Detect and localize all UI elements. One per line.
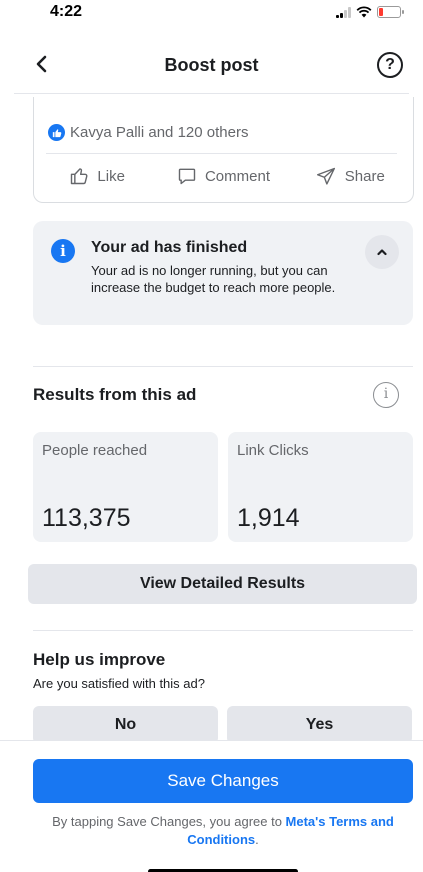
like-button[interactable]: Like (34, 161, 160, 191)
page-title: Boost post (164, 55, 259, 75)
info-icon: i (51, 239, 75, 263)
banner-text: Your ad is no longer running, but you ca… (91, 263, 336, 295)
feedback-no-button[interactable]: No (33, 706, 218, 744)
banner-title: Your ad has finished (91, 239, 248, 256)
share-button[interactable]: Share (287, 161, 413, 191)
chevron-up-icon (377, 249, 387, 256)
metric-card-people-reached: People reached 113,375 (33, 432, 218, 542)
results-info-icon[interactable]: i (373, 382, 399, 408)
like-label: Like (97, 167, 125, 185)
thumbs-up-icon (71, 168, 88, 185)
footer: Save Changes By tapping Save Changes, yo… (0, 740, 423, 872)
help-button[interactable]: ? (377, 52, 403, 78)
view-detailed-results-button[interactable]: View Detailed Results (28, 564, 417, 604)
terms-notice: By tapping Save Changes, you agree to Me… (30, 813, 416, 849)
terms-suffix: . (255, 832, 259, 847)
battery-icon (377, 6, 404, 18)
nav-divider (14, 93, 409, 94)
share-label: Share (344, 167, 385, 185)
results-title: Results from this ad (33, 385, 197, 404)
like-reaction-icon (48, 124, 65, 141)
metric-value: 1,914 (237, 504, 300, 532)
status-bar: 4:22 (0, 0, 423, 30)
terms-prefix: By tapping Save Changes, you agree to (52, 814, 286, 829)
section-divider (33, 630, 413, 631)
reactions-summary: Kavya Palli and 120 others (48, 124, 248, 141)
share-icon (316, 167, 335, 185)
section-divider (33, 366, 413, 367)
reactions-divider (46, 153, 397, 154)
feedback-yes-button[interactable]: Yes (227, 706, 412, 744)
metric-label: Link Clicks (237, 442, 309, 459)
comment-button[interactable]: Comment (160, 161, 286, 191)
reactions-text: Kavya Palli and 120 others (70, 124, 249, 141)
post-preview-card: Kavya Palli and 120 others Like Comment … (33, 97, 414, 203)
comment-icon (178, 168, 196, 185)
comment-label: Comment (204, 167, 270, 185)
metric-value: 113,375 (42, 504, 131, 532)
save-changes-button[interactable]: Save Changes (33, 759, 413, 803)
feedback-title: Help us improve (33, 650, 166, 669)
status-time: 4:22 (50, 3, 83, 20)
post-actions: Like Comment Share (34, 161, 413, 191)
collapse-banner-button[interactable] (365, 235, 399, 269)
ad-finished-banner: i Your ad has finished Your ad is no lon… (33, 221, 413, 325)
status-icons (336, 6, 404, 18)
cellular-signal-icon (336, 6, 351, 18)
nav-bar: Boost post ? (0, 42, 423, 90)
feedback-question: Are you satisfied with this ad? (33, 676, 205, 691)
wifi-icon (356, 6, 372, 18)
metric-label: People reached (42, 442, 148, 459)
metric-card-link-clicks: Link Clicks 1,914 (228, 432, 413, 542)
